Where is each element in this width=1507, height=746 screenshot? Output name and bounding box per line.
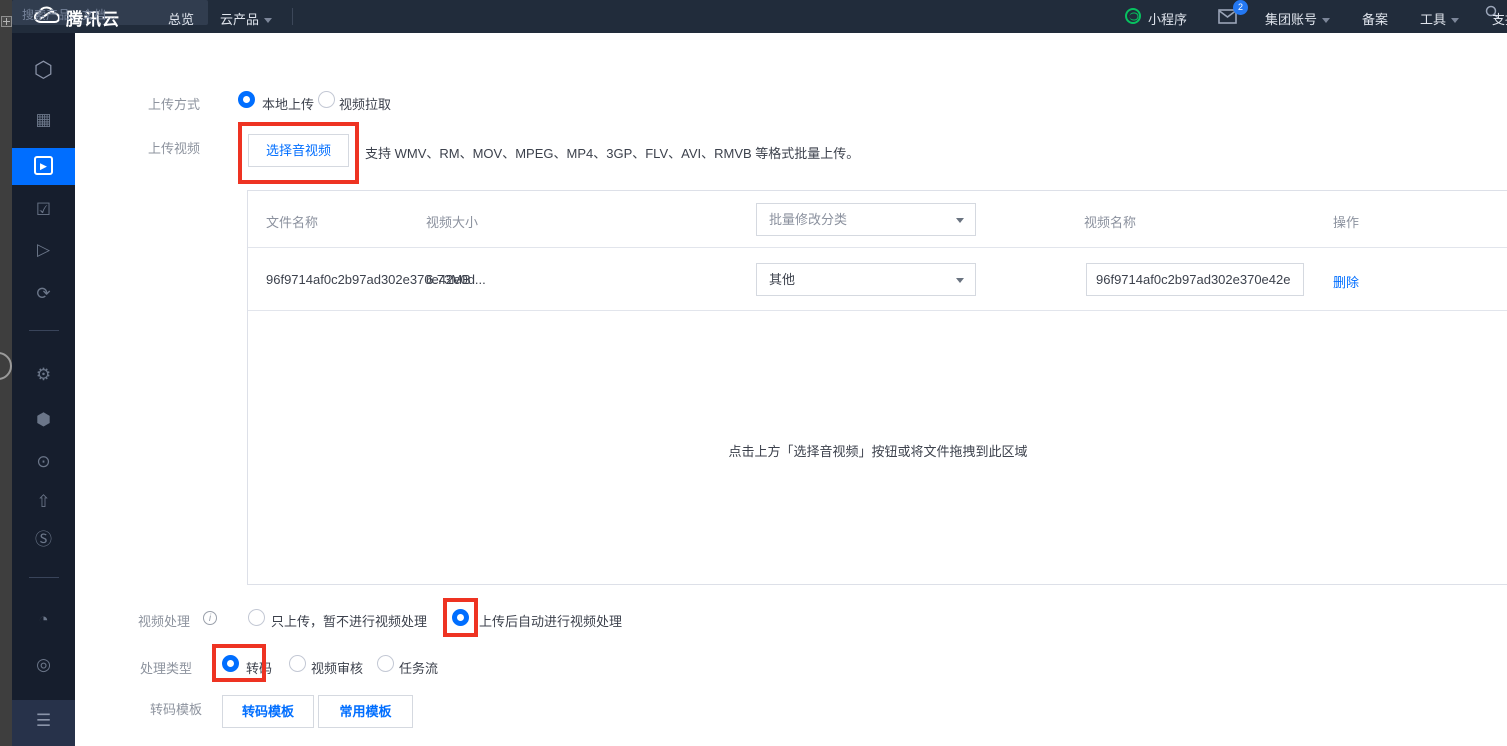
radio-task-flow-label[interactable]: 任务流 xyxy=(399,658,438,677)
video-name-input[interactable] xyxy=(1086,263,1304,296)
sidebar-divider xyxy=(29,577,59,578)
chevron-down-icon xyxy=(1451,18,1459,23)
cell-size: 6.73MB xyxy=(426,272,471,287)
drop-zone-hint: 点击上方「选择音视频」按钮或将文件拖拽到此区域 xyxy=(248,441,1507,460)
col-action: 操作 xyxy=(1333,212,1359,231)
transcode-template-label: 转码模板 xyxy=(150,699,202,718)
nav-cloud-products[interactable]: 云产品 xyxy=(220,9,272,28)
mini-program-icon xyxy=(1125,8,1141,24)
chevron-down-icon xyxy=(1322,18,1330,23)
play-settings-icon[interactable]: ⊙ xyxy=(12,450,75,474)
radio-upload-only-label[interactable]: 只上传，暂不进行视频处理 xyxy=(271,611,427,630)
radio-task-flow[interactable] xyxy=(377,655,394,672)
radio-video-review[interactable] xyxy=(289,655,306,672)
sidebar-divider xyxy=(29,330,59,331)
transcode-template-button[interactable]: 转码模板 xyxy=(222,695,314,728)
chevron-down-icon xyxy=(264,18,272,23)
chevron-down-icon xyxy=(956,278,964,283)
common-template-button[interactable]: 常用模板 xyxy=(318,695,413,728)
overview-icon[interactable]: ▦ xyxy=(12,108,75,132)
nav-divider xyxy=(292,8,293,25)
nav-overview[interactable]: 总览 xyxy=(168,9,194,28)
monitor-icon[interactable]: ◎ xyxy=(12,653,75,677)
notification-badge[interactable]: 2 xyxy=(1233,0,1248,15)
sidebar: ⬡ ▦ ▶ ☑ ▷ ⟳ ⚙ ⬢ ⊙ ⇧ Ⓢ ◔ ◎ ☰ xyxy=(12,33,75,746)
upload-video-label: 上传视频 xyxy=(148,138,200,157)
batch-category-select[interactable]: 批量修改分类 xyxy=(756,203,976,236)
player-icon[interactable]: ▷ xyxy=(12,238,75,262)
upload-settings-icon[interactable]: ⇧ xyxy=(12,490,75,514)
sidebar-item-media-assets[interactable]: ▶ xyxy=(12,148,75,185)
annotation-box-auto-process-radio xyxy=(443,598,478,637)
background-plus-artifact xyxy=(1,16,12,27)
sidebar-collapse-button[interactable]: ☰ xyxy=(12,700,75,746)
nav-tools[interactable]: 工具 xyxy=(1420,9,1459,28)
radio-video-pull[interactable] xyxy=(318,91,335,108)
chevron-down-icon xyxy=(956,218,964,223)
table-row: 96f9714af0c2b97ad302e370e42e0d... 6.73MB… xyxy=(248,248,1507,311)
delete-link[interactable]: 删除 xyxy=(1333,272,1359,291)
annotation-box-transcode-radio xyxy=(212,644,266,682)
radio-video-review-label[interactable]: 视频审核 xyxy=(311,658,363,677)
nav-group-account[interactable]: 集团账号 xyxy=(1265,9,1330,28)
info-icon[interactable]: i xyxy=(203,611,217,625)
radio-local-upload-label[interactable]: 本地上传 xyxy=(262,94,314,113)
collapse-menu-icon: ☰ xyxy=(12,711,75,731)
category-select[interactable]: 其他 xyxy=(756,263,976,296)
radio-video-pull-label[interactable]: 视频拉取 xyxy=(339,94,391,113)
distribution-icon[interactable]: ⬢ xyxy=(12,408,75,432)
upload-format-hint: 支持 WMV、RM、MOV、MPEG、MP4、3GP、FLV、AVI、RMVB … xyxy=(365,143,859,162)
nav-mini-program[interactable]: 小程序 xyxy=(1148,9,1187,28)
vod-product-icon[interactable]: ⬡ xyxy=(12,58,75,82)
security-icon[interactable]: Ⓢ xyxy=(12,528,75,552)
media-assets-icon: ▶ xyxy=(34,156,53,175)
radio-upload-only[interactable] xyxy=(248,609,265,626)
col-file-name: 文件名称 xyxy=(266,212,318,231)
radio-auto-process-label[interactable]: 上传后自动进行视频处理 xyxy=(479,611,622,630)
top-navbar: 腾讯云 总览 云产品 搜索产品、文档... 小程序 2 集团账号 备案 工具 支… xyxy=(12,0,1507,33)
task-settings-icon[interactable]: ⚙ xyxy=(12,363,75,387)
statistics-icon[interactable]: ◔ xyxy=(12,608,75,632)
upload-file-table[interactable]: 文件名称 视频大小 批量修改分类 视频名称 操作 96f9714af0c2b97… xyxy=(247,190,1507,585)
background-circle-artifact xyxy=(0,352,12,380)
review-icon[interactable]: ☑ xyxy=(12,198,75,222)
background-window-strip xyxy=(0,0,12,746)
col-size: 视频大小 xyxy=(426,212,478,231)
col-video-name: 视频名称 xyxy=(1084,212,1136,231)
table-header-row: 文件名称 视频大小 批量修改分类 视频名称 操作 xyxy=(248,191,1507,248)
processing-type-label: 处理类型 xyxy=(140,658,192,677)
nav-icp-filing[interactable]: 备案 xyxy=(1362,9,1388,28)
upload-method-label: 上传方式 xyxy=(148,94,200,113)
radio-local-upload[interactable] xyxy=(238,91,255,108)
video-processing-label: 视频处理 xyxy=(138,611,190,630)
annotation-box-select-media xyxy=(238,122,359,184)
search-placeholder: 搜索产品、文档... xyxy=(22,6,116,23)
nav-support[interactable]: 支持 xyxy=(1492,9,1507,28)
media-processing-icon[interactable]: ⟳ xyxy=(12,282,75,306)
